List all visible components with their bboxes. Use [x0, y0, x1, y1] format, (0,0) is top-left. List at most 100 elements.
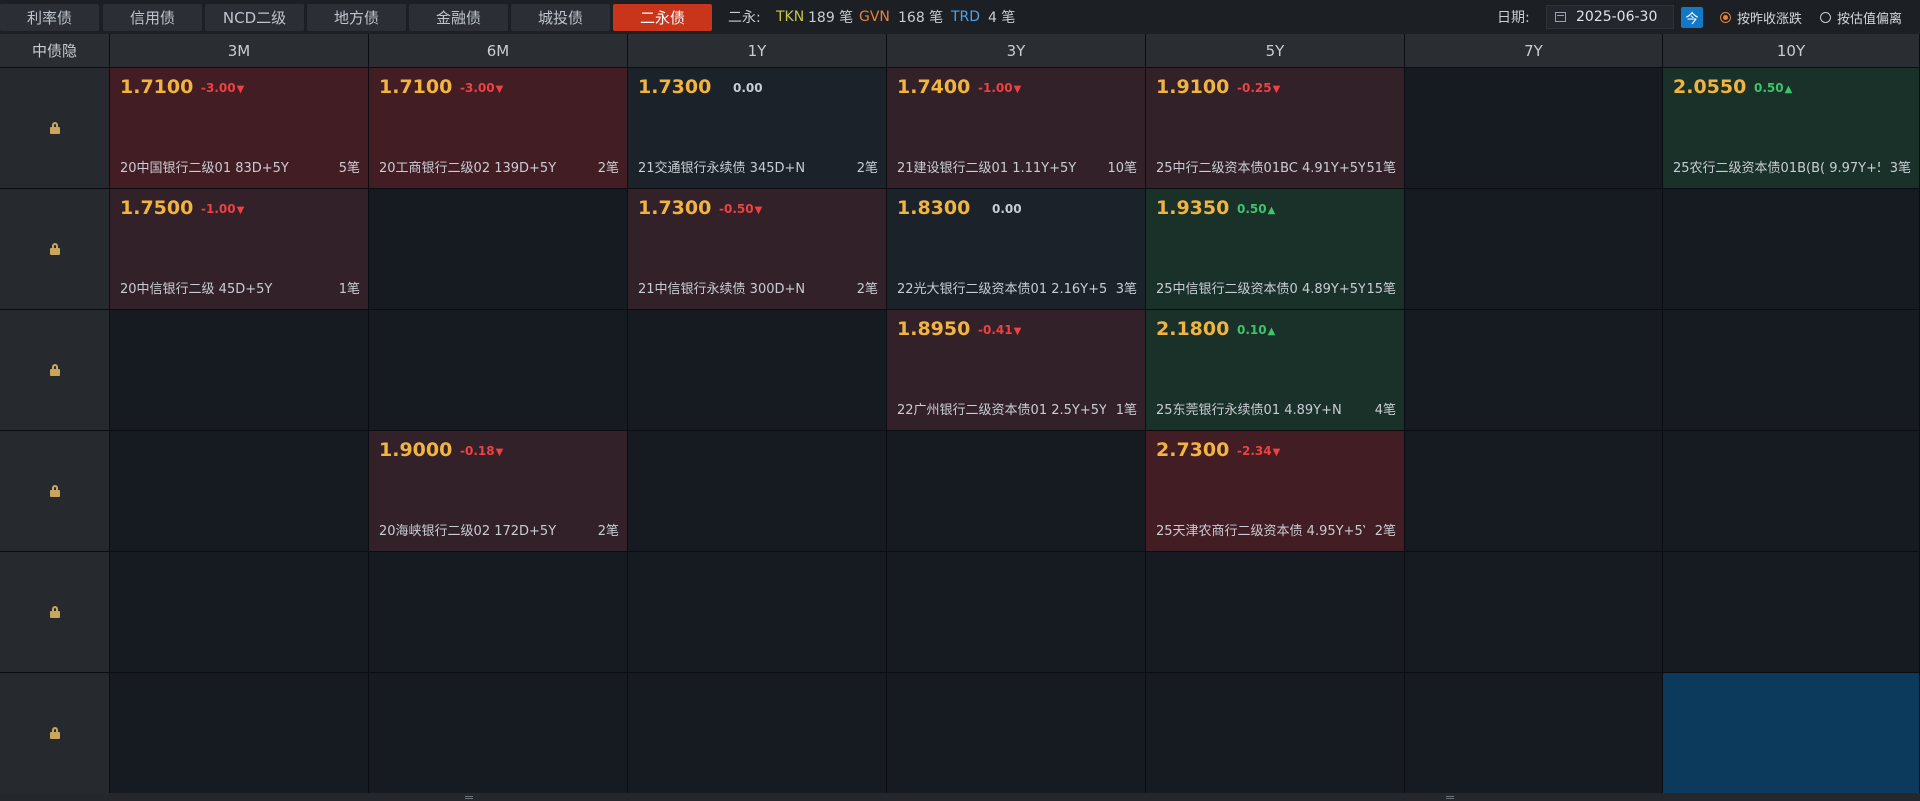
quote-cell[interactable]: 2.0550 0.50▲ 25农行二级资本债01B(B( 9.97Y+5Y 3笔: [1663, 68, 1920, 189]
quote-cell[interactable]: [369, 310, 628, 431]
radio-option-0[interactable]: 按昨收涨跌: [1720, 0, 1802, 34]
quote-cell[interactable]: [1405, 68, 1663, 189]
bond-name: 20工商银行二级02 139D+5Y: [379, 161, 557, 176]
quote-cell[interactable]: [628, 673, 887, 794]
quote-cell[interactable]: [628, 310, 887, 431]
trade-count: 3笔: [1115, 282, 1137, 297]
summary-count-1: 168 笔: [898, 10, 944, 26]
date-value: 2025-06-30: [1576, 9, 1658, 25]
quote-cell[interactable]: [887, 431, 1146, 552]
today-button[interactable]: 今: [1681, 7, 1703, 28]
quote-cell[interactable]: [110, 310, 369, 431]
quote-cell[interactable]: 1.9100 -0.25▼ 25中行二级资本债01BC 4.91Y+5Y 51笔: [1146, 68, 1405, 189]
quote-change: 0.50▲: [1754, 81, 1792, 95]
quote-cell[interactable]: 1.7400 -1.00▼ 21建设银行二级01 1.11Y+5Y 10笔: [887, 68, 1146, 189]
quote-cell[interactable]: [1405, 673, 1663, 794]
tab-2[interactable]: NCD二级: [205, 4, 304, 31]
lock-icon: [49, 122, 60, 134]
row-lock-5[interactable]: [0, 673, 110, 794]
trade-count: 15笔: [1366, 282, 1396, 297]
row-lock-0[interactable]: [0, 68, 110, 189]
quote-cell[interactable]: [1146, 673, 1405, 794]
bond-yield-grid: 中债隐 3M 6M 1Y 3Y 5Y 7Y 10Y 1.7100 -3.00▼ 20中国银行二级01…: [0, 34, 1920, 794]
quote-cell[interactable]: 1.8300 0.00 22光大银行二级资本债01 2.16Y+5Y 3笔: [887, 189, 1146, 310]
quote-change-value: -0.25: [1237, 81, 1272, 95]
quote-cell[interactable]: 1.7300 0.00 21交通银行永续债 345D+N 2笔: [628, 68, 887, 189]
bond-name: 20海峡银行二级02 172D+5Y: [379, 524, 557, 539]
quote-cell[interactable]: 2.1800 0.10▲ 25东莞银行永续债01 4.89Y+N 4笔: [1146, 310, 1405, 431]
quote-cell[interactable]: [1405, 552, 1663, 673]
quote-cell[interactable]: [628, 552, 887, 673]
quote-cell[interactable]: [1663, 310, 1920, 431]
quote-change: 0.50▲: [1237, 202, 1275, 216]
trade-count: 2笔: [597, 524, 619, 539]
quote-cell[interactable]: [110, 552, 369, 673]
quote-cell[interactable]: [110, 673, 369, 794]
summary-source-2: TRD: [951, 9, 981, 25]
quote-change: -3.00▼: [201, 81, 244, 95]
corner-header: 中债隐: [0, 34, 110, 68]
date-label: 日期:: [1497, 10, 1530, 26]
quote-cell[interactable]: [1405, 189, 1663, 310]
radio-option-1[interactable]: 按估值偏离: [1820, 0, 1902, 34]
row-lock-1[interactable]: [0, 189, 110, 310]
quote-cell[interactable]: [887, 552, 1146, 673]
resize-grip[interactable]: [1446, 796, 1454, 799]
column-header-3y: 3Y: [887, 34, 1146, 68]
column-header-7y: 7Y: [1405, 34, 1663, 68]
tab-1[interactable]: 信用债: [103, 4, 202, 31]
tab-6[interactable]: 二永债: [613, 4, 712, 31]
quote-cell[interactable]: [1405, 310, 1663, 431]
quote-cell[interactable]: [1405, 431, 1663, 552]
quote-cell[interactable]: [1146, 552, 1405, 673]
quote-price: 1.7100: [120, 76, 194, 98]
quote-cell[interactable]: [110, 431, 369, 552]
row-lock-2[interactable]: [0, 310, 110, 431]
arrow-down-icon: ▼: [1013, 326, 1022, 337]
lock-body: [49, 248, 60, 255]
quote-cell[interactable]: [369, 552, 628, 673]
resize-grip[interactable]: [465, 796, 473, 799]
row-lock-4[interactable]: [0, 552, 110, 673]
quote-price: 1.9100: [1156, 76, 1230, 98]
quote-cell[interactable]: 1.7100 -3.00▼ 20工商银行二级02 139D+5Y 2笔: [369, 68, 628, 189]
trade-count: 51笔: [1366, 161, 1396, 176]
quote-cell[interactable]: [1663, 673, 1920, 794]
tab-0[interactable]: 利率债: [0, 4, 99, 31]
bottom-splitter[interactable]: [0, 793, 1920, 801]
date-picker[interactable]: 2025-06-30: [1546, 5, 1674, 29]
quote-cell[interactable]: [369, 189, 628, 310]
quote-change-value: 0.50: [1754, 81, 1784, 95]
radio-button-icon: [1820, 11, 1831, 23]
trade-count: 2笔: [856, 282, 878, 297]
quote-change-value: -1.00: [978, 81, 1013, 95]
bond-name: 25天津农商行二级资本债 4.95Y+5Y: [1156, 524, 1365, 539]
quote-cell[interactable]: 1.7500 -1.00▼ 20中信银行二级 45D+5Y 1笔: [110, 189, 369, 310]
tab-4[interactable]: 金融债: [409, 4, 508, 31]
quote-cell[interactable]: [1663, 431, 1920, 552]
bond-name: 20中信银行二级 45D+5Y: [120, 282, 273, 297]
quote-price: 1.7400: [897, 76, 971, 98]
quote-cell[interactable]: 2.7300 -2.34▼ 25天津农商行二级资本债 4.95Y+5Y 2笔: [1146, 431, 1405, 552]
quote-cell[interactable]: 1.8950 -0.41▼ 22广州银行二级资本债01 2.5Y+5Y 1笔: [887, 310, 1146, 431]
quote-change: 0.00: [733, 81, 763, 95]
quote-cell[interactable]: 1.9350 0.50▲ 25中信银行二级资本债0 4.89Y+5Y 15笔: [1146, 189, 1405, 310]
bond-name: 22广州银行二级资本债01 2.5Y+5Y: [897, 403, 1106, 418]
quote-cell[interactable]: [887, 673, 1146, 794]
quote-change: 0.00: [992, 202, 1022, 216]
calendar-icon: [1555, 12, 1566, 22]
quote-cell[interactable]: 1.9000 -0.18▼ 20海峡银行二级02 172D+5Y 2笔: [369, 431, 628, 552]
quote-cell[interactable]: [1663, 189, 1920, 310]
lock-body: [49, 369, 60, 376]
quote-change-value: -0.50: [719, 202, 754, 216]
tab-3[interactable]: 地方债: [307, 4, 406, 31]
quote-cell[interactable]: [369, 673, 628, 794]
tab-5[interactable]: 城投债: [511, 4, 610, 31]
trade-count: 1笔: [338, 282, 360, 297]
quote-price: 2.7300: [1156, 439, 1230, 461]
quote-cell[interactable]: [1663, 552, 1920, 673]
quote-cell[interactable]: 1.7300 -0.50▼ 21中信银行永续债 300D+N 2笔: [628, 189, 887, 310]
quote-cell[interactable]: [628, 431, 887, 552]
row-lock-3[interactable]: [0, 431, 110, 552]
quote-cell[interactable]: 1.7100 -3.00▼ 20中国银行二级01 83D+5Y 5笔: [110, 68, 369, 189]
